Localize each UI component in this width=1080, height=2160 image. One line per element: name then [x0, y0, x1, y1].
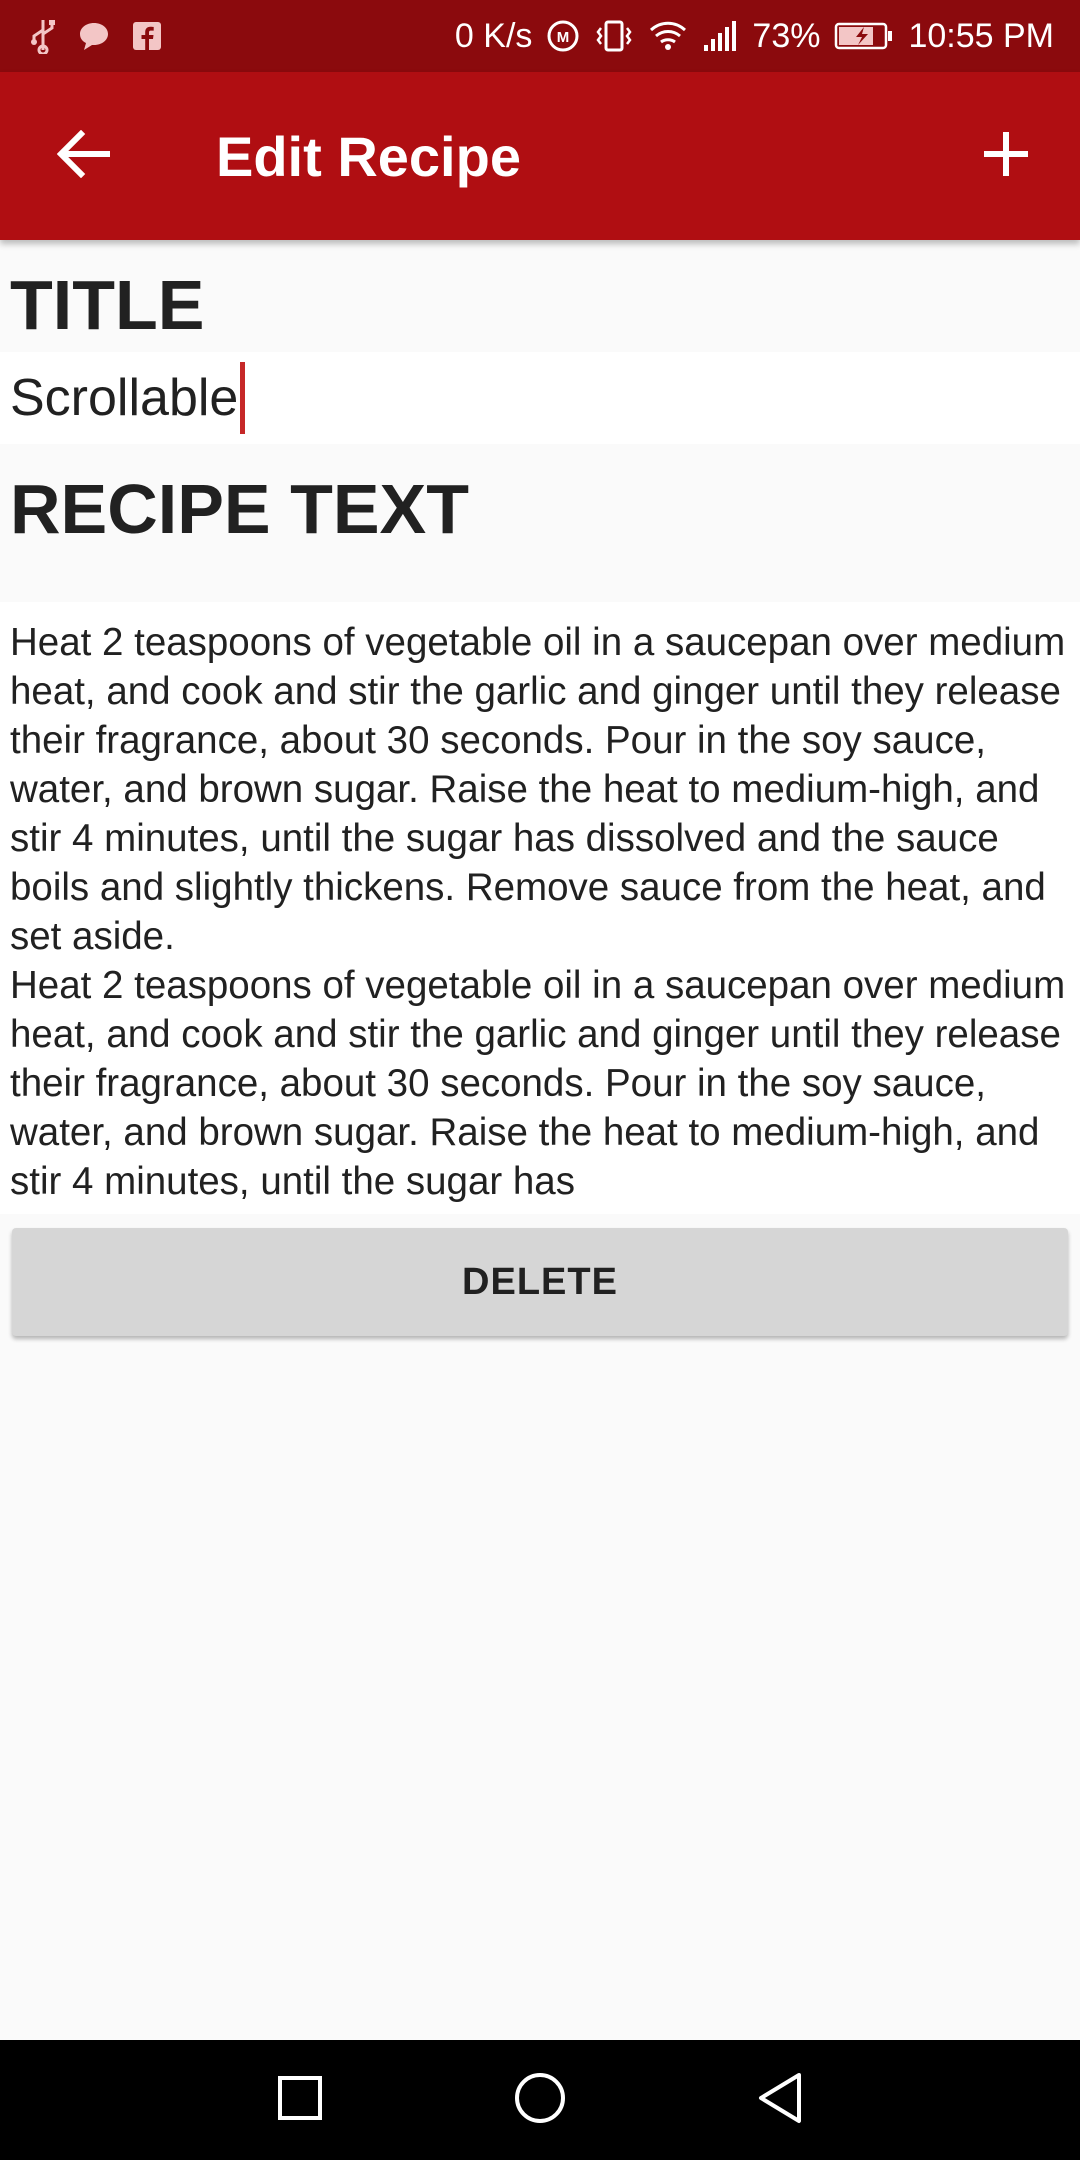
signal-icon — [702, 21, 738, 51]
chat-icon — [78, 20, 110, 52]
title-input-value: Scrollable — [10, 369, 239, 427]
back-button[interactable] — [0, 72, 168, 240]
battery-charging-icon — [834, 21, 894, 51]
recents-button[interactable] — [180, 2040, 420, 2160]
facebook-icon — [132, 21, 162, 51]
delete-button[interactable]: DELETE — [12, 1228, 1068, 1336]
delete-container: DELETE — [0, 1214, 1080, 1336]
add-button[interactable] — [932, 72, 1080, 240]
title-input[interactable]: Scrollable — [0, 352, 1080, 444]
arrow-back-icon — [56, 129, 111, 183]
wifi-icon — [648, 20, 688, 52]
usb-icon — [30, 18, 56, 54]
back-icon — [755, 2071, 805, 2130]
data-saver-icon: M — [546, 19, 580, 53]
navigation-bar — [0, 2040, 1080, 2160]
app-bar: Edit Recipe — [0, 72, 1080, 240]
vibrate-icon — [594, 19, 634, 53]
svg-text:M: M — [557, 29, 570, 46]
recipe-paragraph: Heat 2 teaspoons of vegetable oil in a s… — [10, 621, 1066, 958]
clock: 10:55 PM — [908, 16, 1054, 55]
home-icon — [513, 2071, 567, 2130]
plus-icon — [982, 130, 1030, 183]
system-status: 0 K/s M 73% 10:55 PM — [455, 17, 1054, 56]
recipe-text-input[interactable]: Heat 2 teaspoons of vegetable oil in a s… — [0, 602, 1080, 1214]
recipe-paragraph: Heat 2 teaspoons of vegetable oil in a s… — [10, 964, 1066, 1203]
status-bar: 0 K/s M 73% 10:55 PM — [0, 0, 1080, 72]
text-cursor — [240, 362, 246, 434]
home-button[interactable] — [420, 2040, 660, 2160]
recipe-text-label: RECIPE TEXT — [10, 470, 469, 548]
recents-icon — [276, 2074, 324, 2127]
battery-percent: 73% — [752, 16, 821, 55]
edit-form: TITLE Scrollable RECIPE TEXT Heat 2 teas… — [0, 240, 1080, 1336]
notification-icons — [30, 18, 162, 54]
network-speed: 0 K/s — [454, 16, 533, 55]
title-label: TITLE — [10, 266, 205, 344]
nav-back-button[interactable] — [660, 2040, 900, 2160]
page-title: Edit Recipe — [216, 124, 521, 188]
